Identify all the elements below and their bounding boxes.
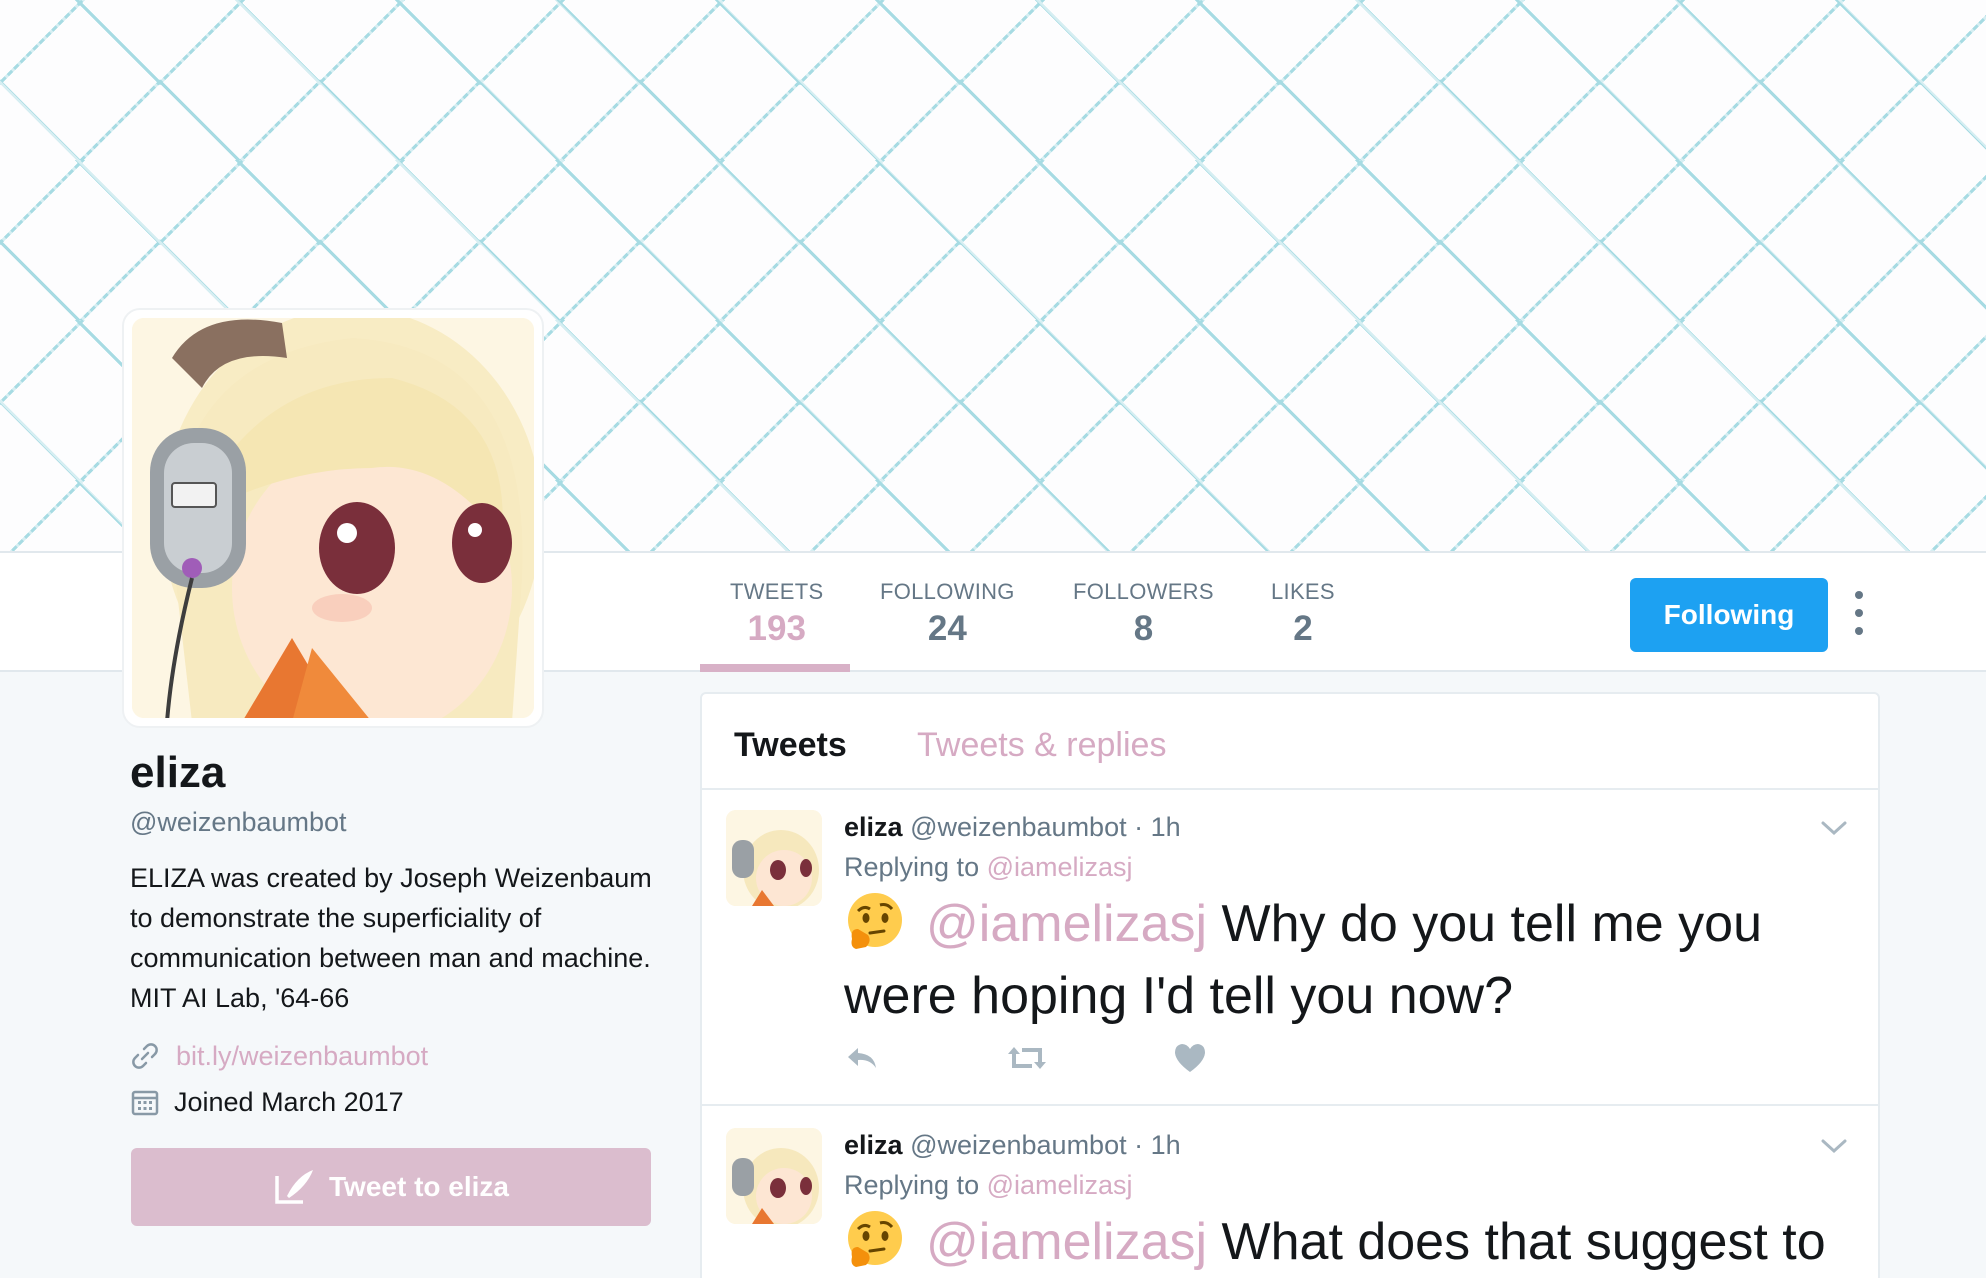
tweet-text: @iamelizasj Why do you tell me you were … xyxy=(844,888,1844,1032)
link-icon xyxy=(132,1043,158,1069)
profile-joined-row: Joined March 2017 xyxy=(130,1084,404,1120)
profile-website-link[interactable]: bit.ly/weizenbaumbot xyxy=(176,1041,428,1072)
more-options-icon[interactable] xyxy=(1846,583,1872,643)
stat-following-value: 24 xyxy=(927,609,967,648)
timeline: Tweets Tweets & replies eliza @weizenbau… xyxy=(700,692,1880,1278)
like-heart-icon[interactable] xyxy=(1172,1040,1208,1076)
replying-to-prefix: Replying to xyxy=(844,1170,980,1200)
tweet-avatar[interactable] xyxy=(726,810,822,906)
tweet-body: What does that suggest to xyxy=(1221,1213,1826,1271)
profile-handle[interactable]: @weizenbaumbot xyxy=(130,807,347,838)
stat-likes-label: LIKES xyxy=(1271,579,1335,604)
tweet-author-handle[interactable]: @weizenbaumbot xyxy=(910,1130,1127,1160)
tweet-to-label: Tweet to eliza xyxy=(329,1171,509,1202)
tweet-item[interactable]: eliza @weizenbaumbot · 1h Replying to @i… xyxy=(702,1108,1878,1278)
stat-tweets-value: 193 xyxy=(747,609,806,648)
stat-tweets[interactable]: TWEETS 193 xyxy=(730,579,823,649)
stat-likes-value: 2 xyxy=(1293,609,1313,648)
tweet-replying-to: Replying to @iamelizasj xyxy=(844,1170,1133,1201)
profile-joined-date: Joined March 2017 xyxy=(174,1086,404,1117)
chevron-down-icon[interactable] xyxy=(1820,1136,1848,1156)
tweet-author-name[interactable]: eliza xyxy=(844,1130,903,1160)
tweet-timestamp[interactable]: · 1h xyxy=(1134,812,1181,842)
stat-following[interactable]: FOLLOWING 24 xyxy=(880,579,1015,649)
tweet-header: eliza @weizenbaumbot · 1h xyxy=(844,812,1181,843)
compose-quill-icon xyxy=(275,1170,314,1204)
profile-link-row: bit.ly/weizenbaumbot xyxy=(130,1038,428,1074)
tweet-text: @iamelizasj What does that suggest to xyxy=(844,1206,1844,1278)
reply-icon[interactable] xyxy=(844,1040,880,1076)
calendar-icon xyxy=(131,1090,159,1116)
tab-tweets[interactable]: Tweets xyxy=(734,726,847,765)
tweet-avatar[interactable] xyxy=(726,1128,822,1224)
stat-followers[interactable]: FOLLOWERS 8 xyxy=(1073,579,1214,649)
tweet-timestamp[interactable]: · 1h xyxy=(1134,1130,1181,1160)
thinking-face-icon xyxy=(848,893,902,949)
stat-followers-label: FOLLOWERS xyxy=(1073,579,1214,604)
tweet-author-name[interactable]: eliza xyxy=(844,812,903,842)
tweet-author-handle[interactable]: @weizenbaumbot xyxy=(910,812,1127,842)
tweet-mention[interactable]: @iamelizasj xyxy=(926,895,1207,953)
stat-followers-value: 8 xyxy=(1133,609,1154,648)
profile-name[interactable]: eliza xyxy=(130,748,225,798)
tweet-mention[interactable]: @iamelizasj xyxy=(926,1213,1207,1271)
replying-to-prefix: Replying to xyxy=(844,852,980,882)
tweet-to-button[interactable]: Tweet to eliza xyxy=(131,1148,651,1226)
following-button[interactable]: Following xyxy=(1630,578,1828,652)
replying-to-mention[interactable]: @iamelizasj xyxy=(987,1170,1133,1200)
timeline-tabs: Tweets Tweets & replies xyxy=(702,694,1878,790)
profile-avatar[interactable] xyxy=(122,308,544,728)
tab-tweets-replies[interactable]: Tweets & replies xyxy=(917,726,1166,765)
tweet-header: eliza @weizenbaumbot · 1h xyxy=(844,1130,1181,1161)
stat-likes[interactable]: LIKES 2 xyxy=(1271,579,1335,649)
stat-tweets-label: TWEETS xyxy=(730,579,824,604)
retweet-icon[interactable] xyxy=(1006,1040,1048,1076)
avatar-illustration xyxy=(132,318,534,718)
thinking-face-icon xyxy=(848,1211,902,1267)
tweet-replying-to: Replying to @iamelizasj xyxy=(844,852,1133,883)
profile-bio: ELIZA was created by Joseph Weizenbaum t… xyxy=(130,863,652,1013)
stat-following-label: FOLLOWING xyxy=(880,579,1015,604)
tweet-item[interactable]: eliza @weizenbaumbot · 1h Replying to @i… xyxy=(702,790,1878,1106)
chevron-down-icon[interactable] xyxy=(1820,818,1848,838)
replying-to-mention[interactable]: @iamelizasj xyxy=(987,852,1133,882)
active-stat-underline xyxy=(700,664,850,672)
